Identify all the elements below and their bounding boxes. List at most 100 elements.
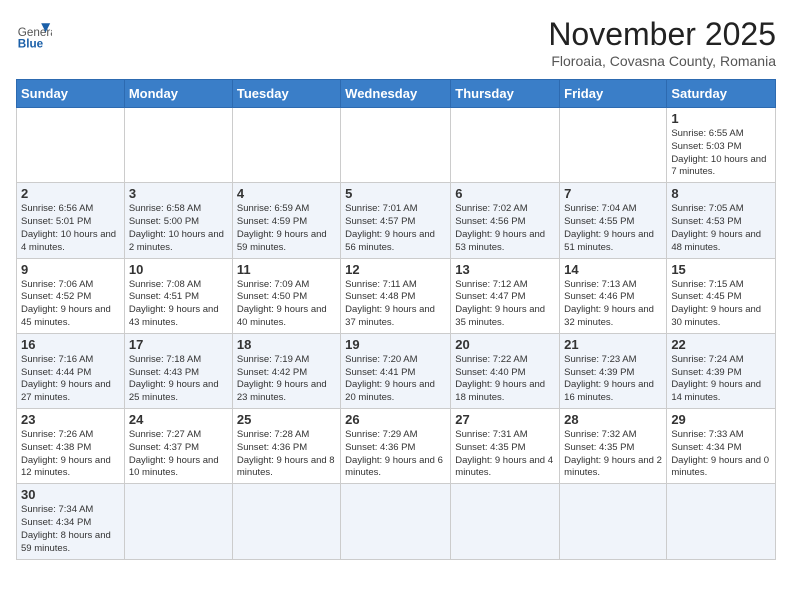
weekday-header-wednesday: Wednesday — [341, 80, 451, 108]
calendar-cell: 1 Sunrise: 6:55 AM Sunset: 5:03 PM Daylig… — [667, 108, 776, 183]
calendar-cell: 8 Sunrise: 7:05 AM Sunset: 4:53 PM Daylig… — [667, 183, 776, 258]
day-number: 6 — [455, 186, 555, 201]
day-info: Sunrise: 7:12 AM Sunset: 4:47 PM Dayligh… — [455, 279, 555, 330]
day-number: 26 — [345, 412, 446, 427]
location-subtitle: Floroaia, Covasna County, Romania — [548, 53, 776, 69]
calendar-cell: 11 Sunrise: 7:09 AM Sunset: 4:50 PM Dayli… — [232, 258, 340, 333]
day-number: 17 — [129, 337, 228, 352]
calendar-cell — [232, 484, 340, 559]
day-number: 24 — [129, 412, 228, 427]
calendar-cell: 26 Sunrise: 7:29 AM Sunset: 4:36 PM Dayli… — [341, 409, 451, 484]
day-info: Sunrise: 6:58 AM Sunset: 5:00 PM Dayligh… — [129, 203, 228, 254]
day-number: 3 — [129, 186, 228, 201]
day-number: 1 — [671, 111, 771, 126]
day-number: 25 — [237, 412, 336, 427]
day-number: 8 — [671, 186, 771, 201]
calendar-week-1: 1 Sunrise: 6:55 AM Sunset: 5:03 PM Daylig… — [17, 108, 776, 183]
calendar-cell: 15 Sunrise: 7:15 AM Sunset: 4:45 PM Dayli… — [667, 258, 776, 333]
calendar-cell: 24Sunrise: 7:27 AM Sunset: 4:37 PM Dayli… — [124, 409, 232, 484]
weekday-header-saturday: Saturday — [667, 80, 776, 108]
day-info: Sunrise: 7:23 AM Sunset: 4:39 PM Dayligh… — [564, 354, 662, 405]
calendar-cell: 13 Sunrise: 7:12 AM Sunset: 4:47 PM Dayli… — [451, 258, 560, 333]
calendar-cell: 16Sunrise: 7:16 AM Sunset: 4:44 PM Dayli… — [17, 333, 125, 408]
calendar-cell: 17 Sunrise: 7:18 AM Sunset: 4:43 PM Dayli… — [124, 333, 232, 408]
day-info: Sunrise: 7:20 AM Sunset: 4:41 PM Dayligh… — [345, 354, 446, 405]
day-info: Sunrise: 7:13 AM Sunset: 4:46 PM Dayligh… — [564, 279, 662, 330]
calendar-cell — [124, 108, 232, 183]
calendar-cell: 21Sunrise: 7:23 AM Sunset: 4:39 PM Dayli… — [560, 333, 667, 408]
day-info: Sunrise: 7:05 AM Sunset: 4:53 PM Dayligh… — [671, 203, 771, 254]
calendar-table: SundayMondayTuesdayWednesdayThursdayFrid… — [16, 79, 776, 560]
day-info: Sunrise: 7:24 AM Sunset: 4:39 PM Dayligh… — [671, 354, 771, 405]
calendar-cell: 20Sunrise: 7:22 AM Sunset: 4:40 PM Dayli… — [451, 333, 560, 408]
day-info: Sunrise: 7:04 AM Sunset: 4:55 PM Dayligh… — [564, 203, 662, 254]
weekday-header-friday: Friday — [560, 80, 667, 108]
calendar-cell: 6 Sunrise: 7:02 AM Sunset: 4:56 PM Daylig… — [451, 183, 560, 258]
day-number: 5 — [345, 186, 446, 201]
day-number: 15 — [671, 262, 771, 277]
day-number: 20 — [455, 337, 555, 352]
month-title: November 2025 — [548, 16, 776, 53]
day-info: Sunrise: 7:06 AM Sunset: 4:52 PM Dayligh… — [21, 279, 120, 330]
calendar-cell: 30 Sunrise: 7:34 AM Sunset: 4:34 PM Dayli… — [17, 484, 125, 559]
calendar-cell — [341, 108, 451, 183]
day-info: Sunrise: 7:08 AM Sunset: 4:51 PM Dayligh… — [129, 279, 228, 330]
day-number: 29 — [671, 412, 771, 427]
day-info: Sunrise: 7:09 AM Sunset: 4:50 PM Dayligh… — [237, 279, 336, 330]
day-number: 16 — [21, 337, 120, 352]
calendar-cell: 18Sunrise: 7:19 AM Sunset: 4:42 PM Dayli… — [232, 333, 340, 408]
calendar-cell: 4 Sunrise: 6:59 AM Sunset: 4:59 PM Daylig… — [232, 183, 340, 258]
calendar-cell — [451, 484, 560, 559]
calendar-cell: 19Sunrise: 7:20 AM Sunset: 4:41 PM Dayli… — [341, 333, 451, 408]
calendar-cell: 22Sunrise: 7:24 AM Sunset: 4:39 PM Dayli… — [667, 333, 776, 408]
day-info: Sunrise: 7:32 AM Sunset: 4:35 PM Dayligh… — [564, 429, 662, 480]
svg-text:Blue: Blue — [18, 38, 44, 51]
day-info: Sunrise: 7:34 AM Sunset: 4:34 PM Dayligh… — [21, 504, 120, 555]
day-info: Sunrise: 7:01 AM Sunset: 4:57 PM Dayligh… — [345, 203, 446, 254]
day-number: 12 — [345, 262, 446, 277]
calendar-cell: 23Sunrise: 7:26 AM Sunset: 4:38 PM Dayli… — [17, 409, 125, 484]
day-number: 7 — [564, 186, 662, 201]
day-info: Sunrise: 6:56 AM Sunset: 5:01 PM Dayligh… — [21, 203, 120, 254]
calendar-week-2: 2 Sunrise: 6:56 AM Sunset: 5:01 PM Daylig… — [17, 183, 776, 258]
calendar-cell — [667, 484, 776, 559]
calendar-week-4: 16Sunrise: 7:16 AM Sunset: 4:44 PM Dayli… — [17, 333, 776, 408]
calendar-cell: 2 Sunrise: 6:56 AM Sunset: 5:01 PM Daylig… — [17, 183, 125, 258]
page-header: General Blue November 2025 Floroaia, Cov… — [16, 16, 776, 69]
day-number: 11 — [237, 262, 336, 277]
day-info: Sunrise: 7:29 AM Sunset: 4:36 PM Dayligh… — [345, 429, 446, 480]
logo: General Blue — [16, 16, 52, 52]
day-info: Sunrise: 7:19 AM Sunset: 4:42 PM Dayligh… — [237, 354, 336, 405]
calendar-cell — [124, 484, 232, 559]
day-info: Sunrise: 7:33 AM Sunset: 4:34 PM Dayligh… — [671, 429, 771, 480]
day-info: Sunrise: 7:31 AM Sunset: 4:35 PM Dayligh… — [455, 429, 555, 480]
calendar-cell: 28Sunrise: 7:32 AM Sunset: 4:35 PM Dayli… — [560, 409, 667, 484]
day-number: 23 — [21, 412, 120, 427]
weekday-header-row: SundayMondayTuesdayWednesdayThursdayFrid… — [17, 80, 776, 108]
day-info: Sunrise: 7:15 AM Sunset: 4:45 PM Dayligh… — [671, 279, 771, 330]
day-number: 4 — [237, 186, 336, 201]
logo-icon: General Blue — [16, 16, 52, 52]
weekday-header-tuesday: Tuesday — [232, 80, 340, 108]
calendar-cell — [232, 108, 340, 183]
calendar-cell: 5 Sunrise: 7:01 AM Sunset: 4:57 PM Daylig… — [341, 183, 451, 258]
calendar-cell: 9 Sunrise: 7:06 AM Sunset: 4:52 PM Daylig… — [17, 258, 125, 333]
calendar-cell: 14Sunrise: 7:13 AM Sunset: 4:46 PM Dayli… — [560, 258, 667, 333]
weekday-header-thursday: Thursday — [451, 80, 560, 108]
weekday-header-sunday: Sunday — [17, 80, 125, 108]
calendar-cell — [17, 108, 125, 183]
calendar-week-5: 23Sunrise: 7:26 AM Sunset: 4:38 PM Dayli… — [17, 409, 776, 484]
day-number: 10 — [129, 262, 228, 277]
day-number: 30 — [21, 487, 120, 502]
day-info: Sunrise: 6:55 AM Sunset: 5:03 PM Dayligh… — [671, 128, 771, 179]
calendar-cell: 10 Sunrise: 7:08 AM Sunset: 4:51 PM Dayli… — [124, 258, 232, 333]
calendar-cell: 25Sunrise: 7:28 AM Sunset: 4:36 PM Dayli… — [232, 409, 340, 484]
day-number: 13 — [455, 262, 555, 277]
day-info: Sunrise: 6:59 AM Sunset: 4:59 PM Dayligh… — [237, 203, 336, 254]
day-info: Sunrise: 7:18 AM Sunset: 4:43 PM Dayligh… — [129, 354, 228, 405]
day-number: 9 — [21, 262, 120, 277]
day-info: Sunrise: 7:02 AM Sunset: 4:56 PM Dayligh… — [455, 203, 555, 254]
calendar-cell: 7 Sunrise: 7:04 AM Sunset: 4:55 PM Daylig… — [560, 183, 667, 258]
weekday-header-monday: Monday — [124, 80, 232, 108]
day-number: 2 — [21, 186, 120, 201]
